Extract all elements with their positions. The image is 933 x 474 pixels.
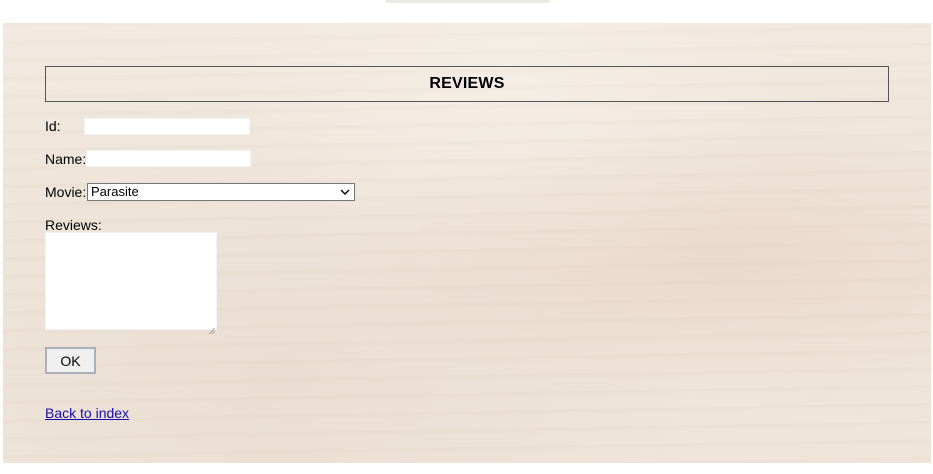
movie-select-value: Parasite: [91, 184, 139, 199]
top-edge-decoration: [385, 0, 550, 3]
movie-label: Movie:: [45, 184, 87, 200]
id-label: Id:: [45, 118, 61, 134]
name-label: Name:: [45, 151, 87, 167]
reviews-label: Reviews:: [45, 217, 102, 233]
resize-grip-icon[interactable]: [208, 321, 216, 335]
movie-select[interactable]: Parasite: [87, 183, 355, 201]
id-field[interactable]: [84, 118, 250, 135]
reviews-textarea[interactable]: [45, 232, 217, 335]
ok-button[interactable]: OK: [45, 347, 96, 374]
back-to-index-link[interactable]: Back to index: [45, 405, 129, 421]
page-title: REVIEWS: [429, 75, 505, 92]
page-header: REVIEWS: [45, 66, 889, 102]
name-field[interactable]: [86, 150, 251, 167]
reviews-panel: REVIEWS Id: Name: Movie: Parasite Review…: [3, 23, 931, 463]
chevron-down-icon: [338, 184, 352, 200]
